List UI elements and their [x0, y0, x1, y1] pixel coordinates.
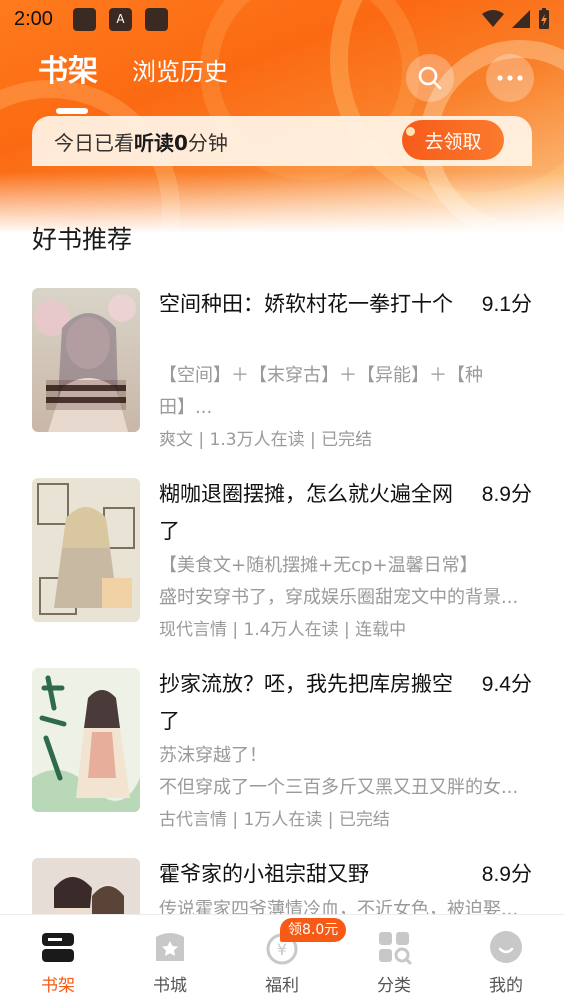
book-cover: [32, 478, 140, 622]
profile-icon: [490, 931, 522, 963]
book-cover: [32, 288, 140, 432]
nav-label: 福利: [265, 976, 299, 996]
tab-bookshelf[interactable]: 书架: [38, 46, 98, 90]
book-desc-line2: 不但穿成了一个三百多斤又黑又丑又胖的女...: [159, 777, 519, 798]
book-desc-line1: 【空间】＋【末穿古】＋【异能】＋【种: [159, 365, 483, 386]
notification-icon-2: [144, 7, 168, 31]
book-item[interactable]: 抄家流放？呸，我先把库房搬空了 9.4分 苏沫穿越了！ 不但穿成了一个三百多斤又…: [32, 668, 532, 830]
nav-bookstore[interactable]: 书城: [114, 915, 226, 1002]
more-icon: [497, 75, 523, 81]
book-desc-line2: 盛时安穿书了，穿成娱乐圈甜宠文中的背景...: [159, 587, 519, 608]
book-title: 空间种田：娇软村花一拳打十个: [159, 292, 453, 316]
nav-profile[interactable]: 我的: [450, 915, 562, 1002]
book-title: 霍爷家的小祖宗甜又野: [159, 862, 369, 886]
book-cover: [32, 668, 140, 812]
tab-indicator: [56, 108, 88, 114]
book-score: 9.1分: [481, 293, 532, 316]
book-desc-line1: 苏沫穿越了！: [159, 745, 267, 766]
battery-icon: [539, 8, 549, 29]
more-button[interactable]: [486, 54, 534, 102]
banner-highlight: 听读0: [134, 130, 188, 155]
nav-label: 书架: [41, 976, 75, 996]
book-meta: 现代言情 | 1.4万人在读 | 连载中: [159, 620, 407, 640]
claim-button[interactable]: 去领取: [402, 120, 504, 160]
bookstore-icon: [156, 933, 184, 961]
category-icon: [379, 932, 412, 965]
book-score: 9.4分: [481, 673, 532, 696]
claim-decoration: [406, 127, 415, 136]
book-item[interactable]: 霍爷家的小祖宗甜又野 8.9分 传说霍家四爷薄情冷血，不近女色，被迫娶...: [32, 858, 532, 914]
nav-label: 分类: [377, 976, 411, 996]
book-meta: 爽文 | 1.3万人在读 | 已完结: [159, 430, 373, 450]
search-icon: [418, 66, 442, 90]
nav-label: 我的: [489, 976, 523, 996]
book-score: 8.9分: [481, 483, 532, 506]
section-title: 好书推荐: [32, 225, 133, 254]
welfare-badge: 领8.0元: [280, 918, 347, 942]
nav-category[interactable]: 分类: [338, 915, 450, 1002]
book-desc-line2: 田】...: [159, 397, 213, 418]
svg-text:¥: ¥: [277, 940, 287, 959]
book-desc-line1: 【美食文+随机摆摊+无cp+温馨日常】: [159, 555, 478, 576]
app-notification-icon: A: [108, 7, 132, 31]
book-item[interactable]: 糊咖退圈摆摊，怎么就火遍全网了 8.9分 【美食文+随机摆摊+无cp+温馨日常】…: [32, 478, 532, 640]
tab-browse-history[interactable]: 浏览历史: [132, 52, 228, 87]
nav-bookshelf[interactable]: 书架: [2, 915, 114, 1002]
book-title: 糊咖退圈摆摊，怎么就火遍全网了: [159, 482, 453, 543]
bookshelf-icon: [42, 933, 74, 962]
book-desc-line1: 传说霍家四爷薄情冷血，不近女色，被迫娶...: [159, 899, 519, 914]
search-button[interactable]: [406, 54, 454, 102]
book-item[interactable]: 空间种田：娇软村花一拳打十个 9.1分 【空间】＋【末穿古】＋【异能】＋【种 田…: [32, 288, 532, 450]
wifi-icon: [482, 10, 504, 27]
book-cover: [32, 858, 140, 914]
book-title: 抄家流放？呸，我先把库房搬空了: [159, 672, 453, 733]
nav-label: 书城: [153, 976, 187, 996]
banner-suffix: 分钟: [187, 130, 228, 155]
signal-icon: [512, 10, 530, 28]
status-time: 2:00: [14, 7, 53, 30]
status-bar: 2:00 A: [0, 0, 564, 38]
book-meta: 古代言情 | 1万人在读 | 已完结: [159, 810, 390, 830]
banner-prefix: 今日已看: [54, 130, 134, 155]
book-score: 8.9分: [481, 863, 532, 886]
notification-icon: [72, 7, 96, 31]
